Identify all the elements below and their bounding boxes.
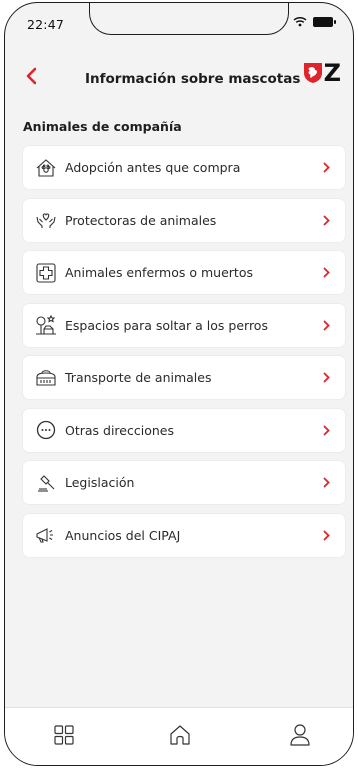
pet-carrier-icon [35, 367, 57, 389]
home-icon [170, 725, 190, 745]
menu-item-label: Adopción antes que compra [65, 160, 241, 175]
menu-item-label: Animales enfermos o muertos [65, 265, 253, 280]
page-title: Información sobre mascotas [85, 71, 301, 87]
menu-item-protectoras[interactable]: Protectoras de animales [23, 198, 345, 242]
status-icons [293, 16, 336, 27]
hands-heart-icon [35, 209, 57, 231]
gavel-icon [35, 472, 57, 494]
chevron-right-icon [321, 162, 331, 174]
menu-item-label: Espacios para soltar a los perros [65, 317, 268, 333]
chevron-right-icon [321, 424, 331, 436]
house-pet-icon [35, 157, 57, 179]
logo-letter: Z [323, 59, 341, 87]
bottom-navigation [5, 707, 353, 765]
megaphone-icon [35, 524, 57, 546]
menu-item-label: Anuncios del CIPAJ [65, 527, 181, 543]
battery-icon [313, 16, 336, 27]
zaragoza-logo[interactable]: Z [303, 61, 341, 85]
chevron-right-icon [321, 372, 331, 384]
chevron-right-icon [321, 477, 331, 489]
menu-item-espacios[interactable]: Espacios para soltar a los perros [23, 303, 345, 347]
chevron-right-icon [321, 267, 331, 279]
menu-item-label: Otras direcciones [65, 422, 174, 438]
menu-item-label: Legislación [65, 475, 135, 490]
tab-profile[interactable] [285, 720, 315, 750]
grid-menu-icon [54, 725, 74, 745]
menu-item-anuncios[interactable]: Anuncios del CIPAJ [23, 513, 345, 557]
header: Información sobre mascotas Z [5, 55, 353, 99]
chevron-right-icon [321, 529, 331, 541]
menu-item-label: Transporte de animales [65, 370, 212, 385]
dog-park-icon [35, 314, 57, 336]
tab-menu[interactable] [49, 720, 79, 750]
menu-item-legislacion[interactable]: Legislación [23, 461, 345, 504]
menu-item-label: Protectoras de animales [65, 212, 217, 228]
back-button[interactable] [19, 63, 43, 89]
menu-item-otras-direcciones[interactable]: Otras direcciones [23, 408, 345, 452]
chevron-right-icon [321, 214, 331, 226]
menu-list: Adopción antes que compra Protectoras de… [23, 146, 345, 566]
menu-item-enfermos[interactable]: Animales enfermos o muertos [23, 251, 345, 294]
section-title: Animales de compañía [23, 119, 182, 134]
tab-home[interactable] [165, 720, 195, 750]
device-notch [89, 3, 289, 35]
more-dots-icon [35, 419, 57, 441]
chevron-left-icon [26, 67, 37, 85]
lion-shield-icon [303, 63, 322, 83]
phone-frame: 22:47 Información sobre mascotas Z Anima… [4, 2, 354, 766]
status-time: 22:47 [27, 17, 65, 32]
medical-cross-icon [35, 262, 57, 284]
chevron-right-icon [321, 319, 331, 331]
menu-item-transporte[interactable]: Transporte de animales [23, 356, 345, 399]
menu-item-adopcion[interactable]: Adopción antes que compra [23, 146, 345, 189]
user-icon [290, 724, 310, 746]
wifi-icon [293, 16, 307, 27]
